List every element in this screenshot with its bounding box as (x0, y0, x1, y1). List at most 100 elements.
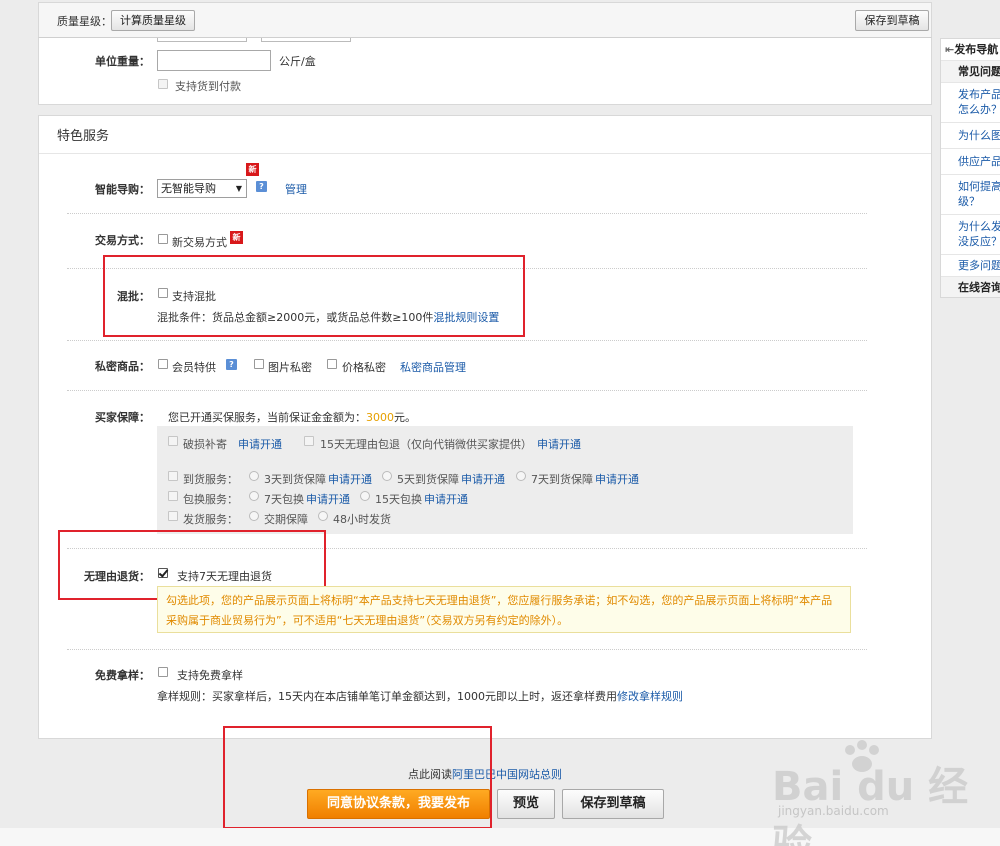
arrive3-apply-link[interactable]: 申请开通 (328, 471, 372, 487)
sidebar-item-faq5[interactable]: 为什么发没反应？ (941, 215, 1000, 255)
free-sample-rule: 拿样规则：买家拿样后，15天内在本店铺单笔订单金额达到，1000元即以上时，返还… (157, 690, 617, 703)
weight-input[interactable] (157, 50, 271, 71)
sidebar-title[interactable]: ⇤发布导航 (941, 39, 1000, 61)
watermark-brand: Bai du 经验 (772, 764, 969, 846)
free-sample-modify-link[interactable]: 修改拿样规则 (617, 688, 683, 704)
help-icon[interactable]: ? (226, 359, 237, 370)
arrive5-radio[interactable] (382, 471, 392, 481)
preview-button[interactable]: 预览 (497, 789, 555, 819)
top-toolbar: 质量星级： 计算质量星级 保存到草稿 (38, 2, 932, 38)
arrive3-radio[interactable] (249, 471, 259, 481)
divider (67, 213, 867, 214)
smart-guide-label: 智能导购： (95, 183, 150, 196)
basic-info-panel (38, 38, 932, 105)
faq4-line2: 级？ (958, 195, 980, 208)
smart-guide-select[interactable]: 无智能导购 ▼ (157, 179, 247, 198)
publish-nav-sidebar: ⇤发布导航 常见问题 发布产品怎么办？ 为什么图 供应产品 如何提高级？ 为什么… (940, 38, 1000, 298)
sidebar-item-faq3[interactable]: 供应产品 (941, 149, 1000, 175)
trade-mode-option: 新交易方式 (172, 236, 227, 249)
deposit-amount: 3000 (366, 411, 394, 424)
cod-label: 支持货到付款 (175, 80, 241, 93)
ship-delivery-radio[interactable] (249, 511, 259, 521)
damage-label: 破损补寄 (183, 438, 227, 451)
exchange-label: 包换服务： (183, 493, 238, 506)
exchange15-radio[interactable] (360, 491, 370, 501)
exchange7-label: 7天包换 (264, 493, 304, 506)
arrive3-label: 3天到货保障 (264, 473, 326, 486)
divider (67, 390, 867, 391)
help-icon[interactable]: ? (256, 181, 267, 192)
section-header: 特色服务 (39, 116, 931, 154)
section-title: 特色服务 (57, 129, 110, 144)
new-badge-icon: 新 (246, 163, 259, 176)
arrival-checkbox[interactable] (168, 471, 178, 481)
sidebar-item-faq2[interactable]: 为什么图 (941, 123, 1000, 149)
save-draft-button[interactable]: 保存到草稿 (562, 789, 664, 819)
weight-label: 单位重量： (95, 55, 150, 68)
divider (67, 649, 867, 650)
arrive5-label: 5天到货保障 (397, 473, 459, 486)
damage-apply-link[interactable]: 申请开通 (238, 436, 282, 452)
faq1-line1: 发布产品 (958, 88, 1000, 101)
damage-checkbox[interactable] (168, 436, 178, 446)
private-label: 私密商品： (95, 360, 150, 373)
member-price-label: 会员特供 (172, 361, 216, 374)
new-badge-icon: 新 (230, 231, 243, 244)
field-stub (157, 38, 247, 42)
highlight-box-mixed (103, 255, 525, 337)
image-private-checkbox[interactable] (254, 359, 264, 369)
sidebar-item-more[interactable]: 更多问题 (941, 255, 1000, 277)
faq4-line1: 如何提高 (958, 180, 1000, 193)
intro-prefix: 您已开通买保服务，当前保证金金额为： (168, 411, 366, 424)
collapse-icon: ⇤ (945, 43, 955, 56)
trade-mode-checkbox[interactable] (158, 234, 168, 244)
field-stub (261, 38, 351, 42)
price-private-checkbox[interactable] (327, 359, 337, 369)
sidebar-item-faq4[interactable]: 如何提高级？ (941, 175, 1000, 215)
buyer-protection-label: 买家保障： (95, 411, 150, 424)
intro-suffix: 元。 (394, 411, 416, 424)
ship-48-label: 48小时发货 (333, 513, 391, 526)
chevron-down-icon: ▼ (235, 184, 242, 193)
exchange15-label: 15天包换 (375, 493, 422, 506)
exchange7-apply-link[interactable]: 申请开通 (306, 491, 350, 507)
arrive7-apply-link[interactable]: 申请开通 (595, 471, 639, 487)
sidebar-title-text: 发布导航 (954, 43, 999, 56)
private-manage-link[interactable]: 私密商品管理 (400, 359, 466, 375)
return15-apply-link[interactable]: 申请开通 (537, 436, 581, 452)
free-sample-label: 免费拿样： (95, 669, 150, 682)
cod-checkbox[interactable] (158, 79, 168, 89)
arrive5-apply-link[interactable]: 申请开通 (461, 471, 505, 487)
divider (67, 340, 867, 341)
sidebar-faq-header: 常见问题 (941, 61, 1000, 83)
exchange-checkbox[interactable] (168, 491, 178, 501)
quality-label: 质量星级： (57, 15, 112, 28)
calc-quality-button[interactable]: 计算质量星级 (111, 10, 195, 31)
price-private-label: 价格私密 (342, 361, 386, 374)
return15-label: 15天无理由包退（仅向代销微供买家提供） (320, 438, 532, 451)
free-sample-option: 支持免费拿样 (177, 669, 243, 682)
exchange7-radio[interactable] (249, 491, 259, 501)
image-private-label: 图片私密 (268, 361, 312, 374)
arrival-label: 到货服务： (183, 473, 238, 486)
trade-mode-label: 交易方式： (95, 234, 150, 247)
faq5-line2: 没反应？ (958, 235, 1000, 248)
exchange15-apply-link[interactable]: 申请开通 (424, 491, 468, 507)
smart-guide-manage-link[interactable]: 管理 (285, 181, 307, 197)
sidebar-item-faq1[interactable]: 发布产品怎么办？ (941, 83, 1000, 123)
ship-checkbox[interactable] (168, 511, 178, 521)
free-sample-checkbox[interactable] (158, 667, 168, 677)
arrive7-radio[interactable] (516, 471, 526, 481)
return15-checkbox[interactable] (304, 436, 314, 446)
sidebar-online-consult[interactable]: 在线咨询 (941, 277, 1000, 297)
highlight-box-publish (223, 726, 492, 829)
faq5-line1: 为什么发 (958, 220, 1000, 233)
smart-guide-value: 无智能导购 (161, 182, 216, 195)
buyer-protection-intro: 您已开通买保服务，当前保证金金额为：3000元。 (168, 409, 416, 425)
arrive7-label: 7天到货保障 (531, 473, 593, 486)
top-save-draft-button[interactable]: 保存到草稿 (855, 10, 929, 31)
member-price-checkbox[interactable] (158, 359, 168, 369)
weight-unit: 公斤/盒 (279, 55, 316, 68)
faq1-line2: 怎么办？ (958, 103, 1000, 116)
ship-48-radio[interactable] (318, 511, 328, 521)
